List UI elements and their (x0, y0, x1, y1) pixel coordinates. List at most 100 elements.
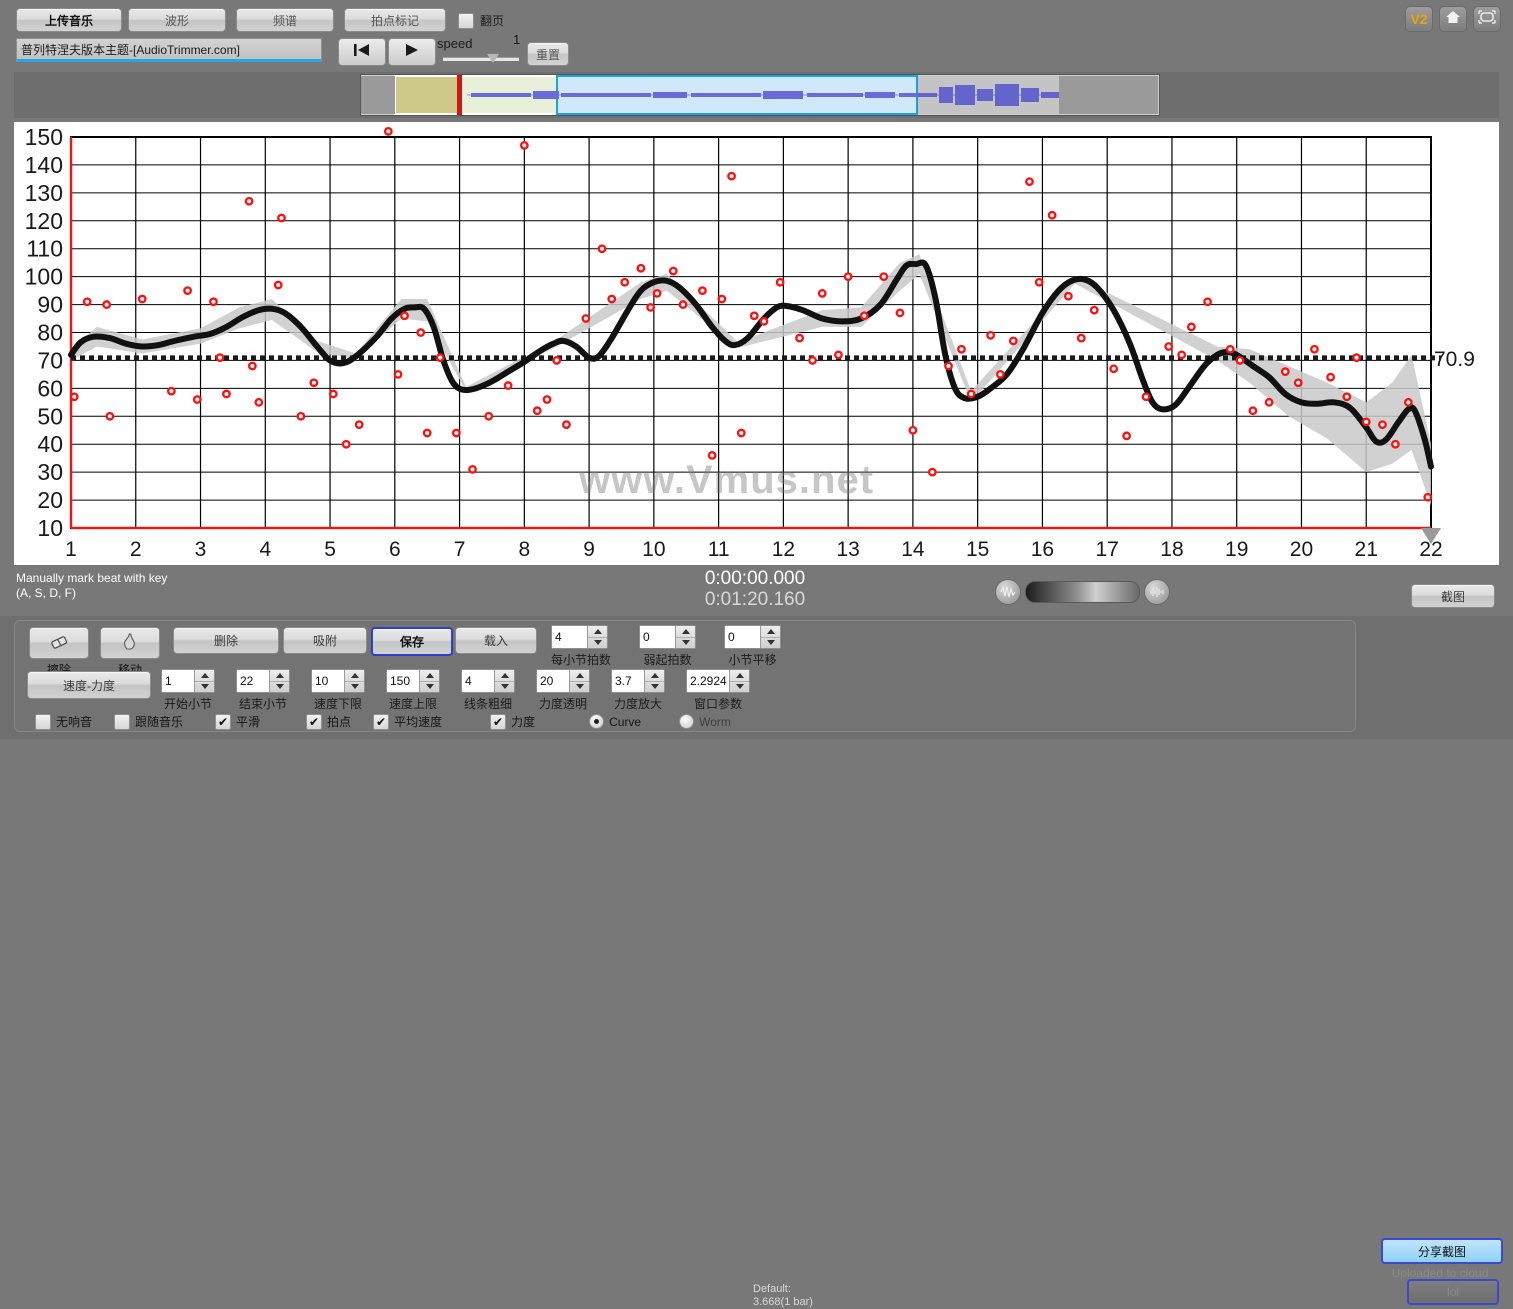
dynamics-gain-input[interactable] (612, 670, 644, 692)
line-width-spinner[interactable] (461, 669, 515, 693)
dynamics-opacity-spinner[interactable] (536, 669, 590, 693)
tempo-min-spinner[interactable] (311, 669, 365, 693)
end-bar-down[interactable] (270, 682, 289, 693)
dynamics-opacity-input[interactable] (537, 670, 569, 692)
zoom-slider-track[interactable] (1025, 581, 1140, 603)
bar-shift-arrows[interactable] (760, 626, 781, 649)
render-mode-curve[interactable]: Curve (589, 714, 641, 729)
beats-per-bar-arrows[interactable] (587, 626, 607, 648)
tempo-min-arrows[interactable] (344, 670, 364, 692)
tempo-max-down[interactable] (420, 682, 439, 693)
end-bar-up[interactable] (270, 670, 289, 682)
delete-button[interactable]: 删除 (173, 627, 279, 654)
dynamics-opacity-arrows[interactable] (569, 670, 589, 692)
snapshot-button[interactable]: 截图 (1411, 584, 1495, 608)
dynamics-gain-up[interactable] (645, 670, 664, 682)
waveform-zoom-slider[interactable] (995, 579, 1170, 605)
option-follow-music-checkbox[interactable] (114, 713, 131, 730)
fullscreen-button[interactable] (1473, 6, 1501, 32)
start-bar-spinner[interactable] (161, 669, 215, 693)
option-smooth[interactable]: ✔ 平滑 (215, 713, 260, 730)
upload-music-button[interactable]: 上传音乐 (16, 8, 122, 32)
option-dynamics-checkbox[interactable]: ✔ (490, 713, 507, 730)
end-bar-input[interactable] (237, 670, 269, 692)
start-bar-up[interactable] (195, 670, 214, 682)
dynamics-gain-arrows[interactable] (644, 670, 664, 692)
tempo-min-input[interactable] (312, 670, 344, 692)
v2-badge-button[interactable]: V2 (1405, 6, 1433, 32)
option-smooth-checkbox[interactable]: ✔ (215, 713, 232, 730)
window-param-spinner[interactable] (686, 669, 750, 693)
render-mode-curve-radio[interactable] (589, 714, 605, 729)
window-param-arrows[interactable] (729, 670, 749, 692)
line-width-input[interactable] (462, 670, 494, 692)
dynamics-gain-spinner[interactable] (611, 669, 665, 693)
spectrum-button[interactable]: 频谱 (236, 8, 334, 32)
window-param-down[interactable] (730, 682, 749, 693)
pickup-beats-spinner[interactable] (639, 625, 697, 649)
home-button[interactable] (1439, 6, 1467, 32)
option-average-tempo[interactable]: ✔ 平均速度 (373, 713, 442, 730)
speed-slider-thumb[interactable] (487, 54, 499, 63)
render-mode-worm-radio[interactable] (679, 714, 695, 729)
tempo-max-spinner[interactable] (386, 669, 440, 693)
track-title-field[interactable] (16, 38, 322, 62)
dynamics-opacity-down[interactable] (570, 682, 589, 693)
beat-marker-button[interactable]: 拍点标记 (344, 8, 446, 32)
start-bar-down[interactable] (195, 682, 214, 693)
option-beats-checkbox[interactable]: ✔ (306, 713, 323, 730)
dynamics-gain-down[interactable] (645, 682, 664, 693)
waveform-zoom-out-icon[interactable] (995, 579, 1021, 605)
tempo-chart[interactable]: 1020304050607080901001101201301401501 2 3 4… (14, 122, 1499, 565)
render-mode-worm[interactable]: Worm (679, 714, 731, 729)
end-bar-arrows[interactable] (269, 670, 289, 692)
option-no-resonance[interactable]: 无响音 (35, 713, 92, 730)
tempo-chart-panel[interactable]: 10 20 30 40 50 60 70 80 90 100 110 120 130 140 150 1 2 3 4… (14, 122, 1499, 565)
reset-button[interactable]: 重置 (527, 42, 569, 66)
save-button[interactable]: 保存 (371, 627, 453, 656)
pickup-beats-up[interactable] (676, 626, 696, 638)
rewind-button[interactable] (338, 38, 386, 66)
option-average-tempo-checkbox[interactable]: ✔ (373, 713, 390, 730)
bar-shift-down[interactable] (761, 638, 780, 649)
share-snapshot-button[interactable]: 分享截图 (1381, 1238, 1503, 1264)
speed-slider[interactable] (443, 54, 519, 63)
option-follow-music[interactable]: 跟随音乐 (114, 713, 183, 730)
pickup-beats-down[interactable] (676, 638, 695, 649)
option-beats[interactable]: ✔ 拍点 (306, 713, 351, 730)
window-param-input[interactable] (687, 670, 729, 692)
pickup-beats-arrows[interactable] (675, 626, 696, 649)
tempo-min-up[interactable] (345, 670, 364, 682)
tempo-min-down[interactable] (345, 682, 364, 693)
line-width-down[interactable] (495, 682, 514, 693)
beats-per-bar-up[interactable] (588, 626, 607, 638)
waveform-overview-strip[interactable] (360, 74, 1160, 116)
erase-tool-button[interactable] (29, 627, 89, 659)
tempo-max-input[interactable] (387, 670, 419, 692)
bar-shift-input[interactable] (725, 626, 761, 648)
tempo-max-arrows[interactable] (419, 670, 439, 692)
play-button[interactable] (388, 38, 436, 66)
tempo-max-up[interactable] (420, 670, 439, 682)
page-turn-checkbox-row[interactable]: 翻页 (458, 12, 504, 29)
snap-button[interactable]: 吸附 (283, 627, 367, 654)
bar-shift-spinner[interactable] (724, 625, 782, 649)
start-bar-arrows[interactable] (194, 670, 214, 692)
move-tool-button[interactable] (100, 627, 160, 659)
pickup-beats-input[interactable] (640, 626, 676, 648)
dynamics-opacity-up[interactable] (570, 670, 589, 682)
page-turn-checkbox[interactable] (458, 12, 474, 29)
window-param-up[interactable] (730, 670, 749, 682)
waveform-zoom-in-icon[interactable] (1144, 579, 1170, 605)
bar-shift-up[interactable] (761, 626, 781, 638)
track-title-input[interactable] (17, 41, 321, 57)
beats-per-bar-input[interactable] (552, 626, 587, 648)
option-no-resonance-checkbox[interactable] (35, 713, 51, 730)
end-bar-spinner[interactable] (236, 669, 290, 693)
load-button[interactable]: 载入 (455, 627, 537, 654)
beats-per-bar-down[interactable] (588, 638, 607, 649)
start-bar-input[interactable] (162, 670, 194, 692)
line-width-up[interactable] (495, 670, 514, 682)
line-width-arrows[interactable] (494, 670, 514, 692)
option-dynamics[interactable]: ✔ 力度 (490, 713, 535, 730)
